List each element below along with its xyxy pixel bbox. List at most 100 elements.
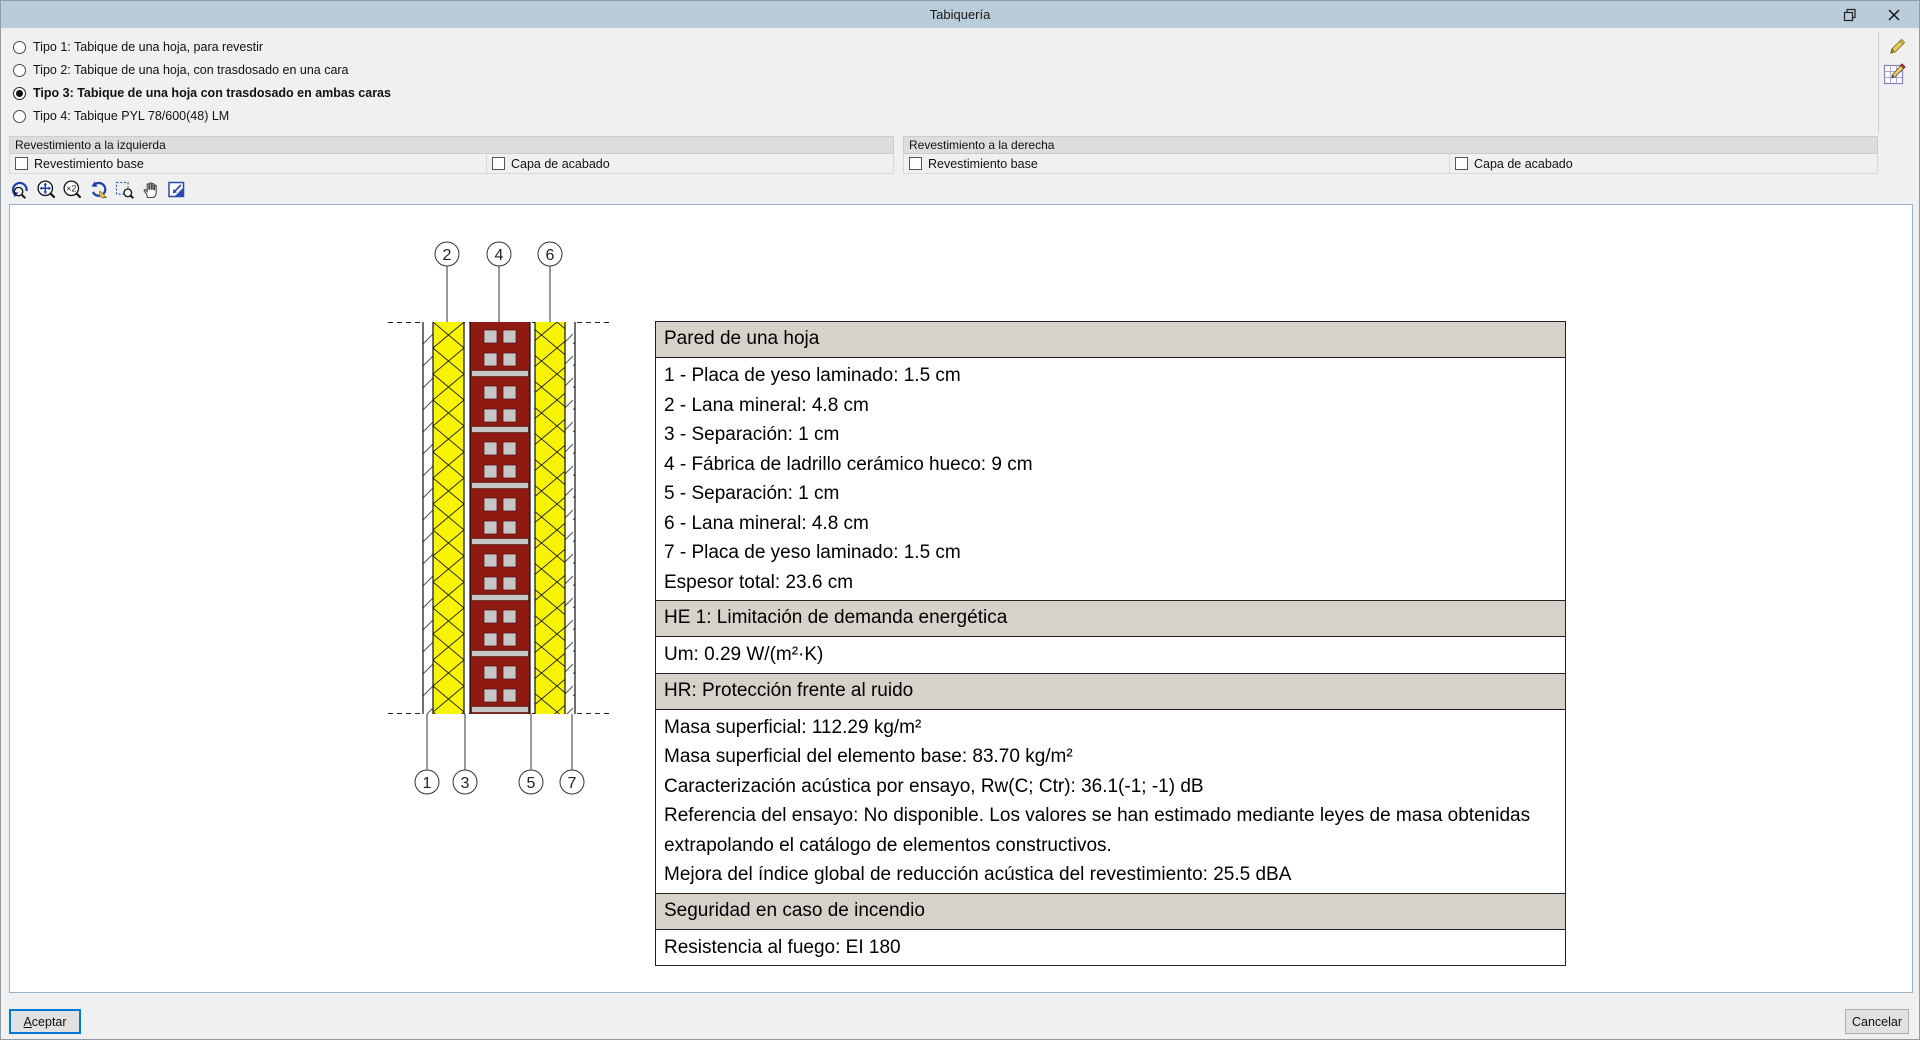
radio-tipo-3[interactable]: Tipo 3: Tabique de una hoja con trasdosa… [13,85,391,101]
checkbox-icon [492,157,505,170]
table-row: 2 - Lana mineral: 4.8 cm [664,394,869,416]
table-row: Masa superficial: 112.29 kg/m² [664,716,922,738]
top-leader-lines [446,266,551,322]
zoom-window-icon [115,181,134,199]
marker-1: 1 [423,775,432,792]
checkbox-label: Capa de acabado [1474,156,1573,171]
table-row: 3 - Separación: 1 cm [664,424,840,445]
accept-button[interactable]: Aceptar [9,1009,81,1034]
table-section-header: HE 1: Limitación de demanda energética [655,600,1566,637]
previous-view-icon [168,181,185,197]
table-section-body: Masa superficial: 112.29 kg/m² Masa supe… [655,708,1566,894]
panel-title: Revestimiento a la derecha [903,136,1878,154]
table-section-body: Resistencia al fuego: EI 180 [655,928,1566,966]
table-row: Um: 0.29 W/(m²·K) [664,644,824,665]
checkbox-icon [1455,157,1468,170]
edit-table-icon [1883,63,1906,85]
bottom-markers: 1 3 5 7 [414,769,585,795]
checkbox-left-revestimiento-base[interactable]: Revestimiento base [9,154,487,174]
table-row: 4 - Fábrica de ladrillo cerámico hueco: … [664,453,1033,475]
redraw-button[interactable] [87,178,110,200]
zoom-extents-icon [37,179,56,198]
radio-tipo-4[interactable]: Tipo 4: Tabique PYL 78/600(48) LM [13,108,229,124]
table-section-body: Um: 0.29 W/(m²·K) [655,636,1566,674]
marker-2: 2 [443,247,452,264]
table-section-header: HR: Protección frente al ruido [655,672,1566,710]
table-row: 6 - Lana mineral: 4.8 cm [664,512,869,534]
edit-button[interactable] [1884,34,1910,60]
close-window-button[interactable] [1877,1,1911,28]
radio-label: Tipo 4: Tabique PYL 78/600(48) LM [33,109,230,123]
edit-table-button[interactable] [1882,61,1908,87]
checkbox-icon [909,157,922,170]
top-markers: 2 4 6 [434,241,563,267]
marker-3: 3 [461,775,470,792]
panel-revestimiento-izquierda: Revestimiento a la izquierda Revestimien… [9,136,894,174]
radio-label: Tipo 3: Tabique de una hoja con trasdosa… [33,86,391,100]
zoom-refresh-button[interactable] [9,178,32,200]
restore-icon [1843,8,1856,21]
table-row: 7 - Placa de yeso laminado: 1.5 cm [664,542,961,563]
layer-placa-yeso-left [423,322,433,714]
table-row: 1 - Placa de yeso laminado: 1.5 cm [664,365,961,386]
cancel-button-label: Cancelar [1851,1014,1903,1029]
titlebar: Tabiquería [1,1,1919,28]
layer-ladrillo [470,322,530,714]
table-section-header: Pared de una hoja [655,321,1566,358]
checkbox-label: Revestimiento base [34,156,144,171]
radio-checked-icon [13,86,26,100]
marker-5: 5 [527,775,536,792]
zoom-extents-button[interactable] [35,178,58,200]
table-row: Masa superficial del elemento base: 83.7… [664,746,1073,767]
wall-properties-table: Pared de una hoja 1 - Placa de yeso lami… [655,321,1566,966]
table-row: Resistencia al fuego: EI 180 [664,936,901,958]
svg-text:×2: ×2 [66,183,76,193]
zoom-refresh-icon [11,181,28,199]
checkbox-label: Revestimiento base [928,156,1038,171]
table-row: 5 - Separación: 1 cm [664,483,840,504]
restore-window-button[interactable] [1833,1,1867,28]
radio-tipo-2[interactable]: Tipo 2: Tabique de una hoja, con trasdos… [13,62,349,78]
panel-revestimiento-derecha: Revestimiento a la derecha Revestimiento… [903,136,1878,174]
tabiqueria-dialog: Tabiquería Tipo 1: Tabique de una hoja, … [0,0,1920,1040]
cancel-button[interactable]: Cancelar [1845,1009,1909,1034]
table-section-body: 1 - Placa de yeso laminado: 1.5 cm 2 - L… [655,357,1566,601]
table-row: Referencia del ensayo: No disponible. Lo… [664,805,1531,856]
pan-hand-icon [143,181,157,198]
checkbox-right-capa-acabado[interactable]: Capa de acabado [1450,154,1878,174]
marker-7: 7 [568,775,577,792]
marker-4: 4 [495,247,504,264]
radio-unchecked-icon [13,63,26,77]
radio-unchecked-icon [13,40,26,54]
redraw-icon [91,180,107,198]
drawing-canvas[interactable]: 2 4 6 1 3 5 7 Pared de una hoja 1 - Plac… [9,204,1913,993]
checkbox-left-capa-acabado[interactable]: Capa de acabado [487,154,894,174]
checkbox-right-revestimiento-base[interactable]: Revestimiento base [903,154,1450,174]
bottom-leader-lines [426,714,573,770]
zoom-x2-button[interactable]: ×2 [61,178,84,200]
marker-6: 6 [546,247,555,264]
wall-section-drawing: 2 4 6 1 3 5 7 [388,241,610,795]
checkbox-icon [15,157,28,170]
table-row: Mejora del índice global de reducción ac… [664,864,1292,885]
radio-unchecked-icon [13,109,26,123]
window-title: Tabiquería [929,7,991,22]
pan-hand-button[interactable] [139,178,162,200]
pencil-icon [1890,38,1906,55]
right-toolbar-separator [1878,31,1879,133]
drawing-toolbar: ×2 [9,177,188,201]
radio-tipo-1[interactable]: Tipo 1: Tabique de una hoja, para revest… [13,39,263,55]
radio-label: Tipo 2: Tabique de una hoja, con trasdos… [33,63,349,77]
accept-button-accelerator: A [23,1014,32,1029]
accept-button-label: ceptar [31,1014,67,1029]
table-section-header: Seguridad en caso de incendio [655,892,1566,930]
zoom-window-button[interactable] [113,178,136,200]
zoom-x2-icon: ×2 [63,179,82,198]
layer-lana-mineral-right [535,322,565,714]
table-row: Caracterización acústica por ensayo, Rw(… [664,775,1204,797]
close-icon [1888,9,1900,20]
previous-view-button[interactable] [165,178,188,200]
table-row: Espesor total: 23.6 cm [664,571,854,593]
radio-label: Tipo 1: Tabique de una hoja, para revest… [33,40,264,54]
layer-placa-yeso-right [565,322,575,714]
